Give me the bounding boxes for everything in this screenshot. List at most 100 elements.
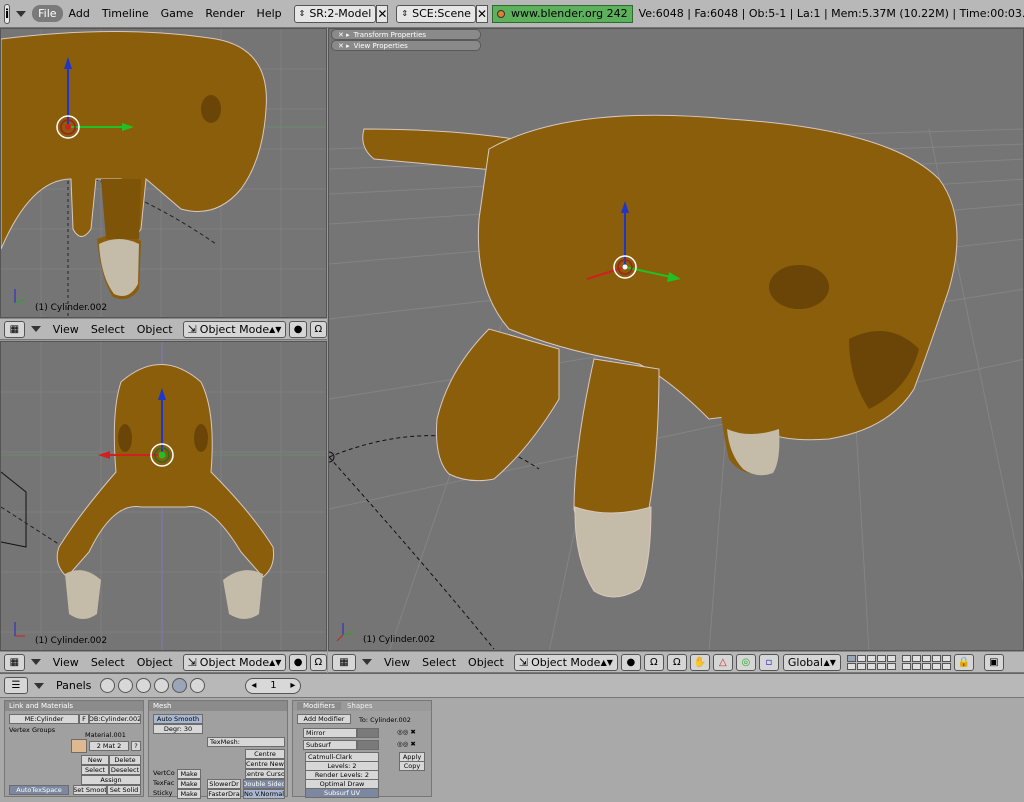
subsurf-uv-toggle[interactable]: Subsurf UV <box>305 788 379 798</box>
centre-cursor-button[interactable]: Centre Cursor <box>245 769 285 779</box>
draw-type-icon[interactable]: ● <box>620 653 641 671</box>
assign-material-button[interactable]: Assign <box>81 775 141 785</box>
window-type-icon[interactable]: ☰ <box>4 677 28 694</box>
subsurf-move-icon[interactable]: ◎◎ ✖ <box>397 740 416 748</box>
fake-user-button[interactable]: F <box>79 714 89 724</box>
close-screen-button[interactable]: ✕ <box>376 4 389 23</box>
menu-add[interactable]: Add <box>63 5 96 22</box>
frame-number-field[interactable]: ◂ 1 ▸ <box>245 677 302 694</box>
auto-smooth-toggle[interactable]: Auto Smooth <box>153 714 203 724</box>
script-context-icon[interactable] <box>118 678 134 693</box>
menu-view[interactable]: View <box>47 656 85 669</box>
menu-render[interactable]: Render <box>199 5 250 22</box>
set-solid-button[interactable]: Set Solid <box>107 785 141 795</box>
menu-select[interactable]: Select <box>85 656 131 669</box>
menu-object[interactable]: Object <box>462 656 510 669</box>
copy-modifier-button[interactable]: Copy <box>399 761 425 771</box>
layer-buttons-group-1[interactable] <box>846 654 896 670</box>
window-type-icon[interactable]: ▦ <box>4 320 25 338</box>
proportional-edit-icon[interactable]: Ω <box>309 320 327 338</box>
menu-timeline[interactable]: Timeline <box>96 5 155 22</box>
panels-menu[interactable]: Panels <box>50 679 97 692</box>
tab-shapes[interactable]: Shapes <box>341 702 379 710</box>
sticky-make-button[interactable]: Make <box>177 789 201 799</box>
shading-context-icon[interactable] <box>136 678 152 693</box>
texmesh-field[interactable]: TexMesh: <box>207 737 285 747</box>
deselect-material-button[interactable]: Deselect <box>109 765 141 775</box>
subsurf-toggles[interactable] <box>357 740 379 750</box>
blender-url-link[interactable]: www.blender.org 242 <box>492 4 633 23</box>
collapse-menu-icon[interactable] <box>30 659 41 665</box>
mode-dropdown[interactable]: ⇲ Object Mode ▲▼ <box>182 320 287 338</box>
proportional-edit-icon[interactable]: Ω <box>643 653 664 671</box>
draw-type-icon[interactable]: ● <box>289 653 307 671</box>
material-color-swatch[interactable] <box>71 739 87 753</box>
lock-icon[interactable]: 🔒 <box>953 653 974 671</box>
add-modifier-button[interactable]: Add Modifier <box>297 714 351 724</box>
viewport-bottom-left[interactable]: (1) Cylinder.002 <box>0 341 327 651</box>
screen-selector[interactable]: ⇕ SR:2-Model <box>293 4 377 23</box>
faster-draw-button[interactable]: FasterDra <box>207 789 241 799</box>
viewport-perspective[interactable]: ✕ ▸ Transform Properties ✕ ▸ View Properti… <box>328 28 1024 651</box>
menu-file[interactable]: File <box>32 5 63 22</box>
view-properties-panel[interactable]: ✕ ▸ View Properties <box>331 40 481 51</box>
menu-view[interactable]: View <box>378 656 416 669</box>
autotexspace-button[interactable]: AutoTexSpace <box>9 785 69 795</box>
close-scene-button[interactable]: ✕ <box>475 4 489 23</box>
collapse-menu-icon[interactable] <box>34 682 44 689</box>
mode-dropdown[interactable]: ⇲ Object Mode ▲▼ <box>513 653 618 671</box>
menu-view[interactable]: View <box>47 323 85 336</box>
mirror-modifier-name[interactable]: Mirror <box>303 728 357 738</box>
mirror-move-icon[interactable]: ◎◎ ✖ <box>397 728 416 736</box>
mode-dropdown[interactable]: ⇲ Object Mode ▲▼ <box>182 653 287 671</box>
centre-new-button[interactable]: Centre New <box>245 759 285 769</box>
material-index-field[interactable]: 2 Mat 2 <box>89 741 129 751</box>
scale-icon[interactable]: ▫ <box>758 653 779 671</box>
transform-properties-panel[interactable]: ✕ ▸ Transform Properties <box>331 29 481 40</box>
translate-icon[interactable]: △ <box>712 653 733 671</box>
scene-selector[interactable]: ⇕ SCE:Scene <box>396 4 476 23</box>
proportional-edit-icon[interactable]: Ω <box>309 653 327 671</box>
double-sided-toggle[interactable]: Double Sided <box>243 779 285 789</box>
menu-help[interactable]: Help <box>251 5 288 22</box>
orientation-dropdown[interactable]: Global ▲▼ <box>782 653 841 671</box>
menu-object[interactable]: Object <box>131 323 179 336</box>
centre-button[interactable]: Centre <box>245 749 285 759</box>
viewport-top-left[interactable]: (1) Cylinder.002 <box>0 28 327 318</box>
material-help-button[interactable]: ? <box>131 741 141 751</box>
draw-type-icon[interactable]: ● <box>289 320 307 338</box>
hand-manipulator-icon[interactable]: ✋ <box>689 653 710 671</box>
mesh-datablock-field[interactable]: ME:Cylinder <box>9 714 79 724</box>
texface-make-button[interactable]: Make <box>177 779 201 789</box>
window-type-icon[interactable]: ▦ <box>332 653 356 671</box>
rotate-icon[interactable]: ◎ <box>735 653 756 671</box>
collapse-menu-icon[interactable] <box>16 10 27 17</box>
set-smooth-button[interactable]: Set Smoot <box>73 785 107 795</box>
menu-game[interactable]: Game <box>155 5 200 22</box>
menu-object[interactable]: Object <box>131 656 179 669</box>
select-material-button[interactable]: Select <box>81 765 109 775</box>
slower-draw-button[interactable]: SlowerDr <box>207 779 241 789</box>
vertco-make-button[interactable]: Make <box>177 769 201 779</box>
delete-material-slot-button[interactable]: Delete <box>109 755 141 765</box>
object-name-field[interactable]: OB:Cylinder.002 <box>89 714 141 724</box>
layer-buttons-group-2[interactable] <box>901 654 951 670</box>
render-preview-icon[interactable]: ▣ <box>983 653 1004 671</box>
no-vnormal-toggle[interactable]: No V.Normal <box>243 789 285 799</box>
mirror-toggles[interactable] <box>357 728 379 738</box>
collapse-menu-icon[interactable] <box>30 326 41 332</box>
menu-select[interactable]: Select <box>85 323 131 336</box>
tab-modifiers[interactable]: Modifiers <box>297 702 341 710</box>
menu-select[interactable]: Select <box>416 656 462 669</box>
object-context-icon[interactable] <box>154 678 170 693</box>
snap-icon[interactable]: Ω <box>666 653 687 671</box>
scene-context-icon[interactable] <box>190 678 206 693</box>
new-material-slot-button[interactable]: New <box>81 755 109 765</box>
logic-context-icon[interactable] <box>100 678 116 693</box>
window-type-icon[interactable]: ▦ <box>4 653 25 671</box>
smooth-degree-field[interactable]: Degr: 30 <box>153 724 203 734</box>
collapse-menu-icon[interactable] <box>362 659 372 665</box>
editing-context-icon[interactable] <box>172 678 188 693</box>
subsurf-modifier-name[interactable]: Subsurf <box>303 740 357 750</box>
info-window-type-icon[interactable]: i <box>4 3 11 24</box>
